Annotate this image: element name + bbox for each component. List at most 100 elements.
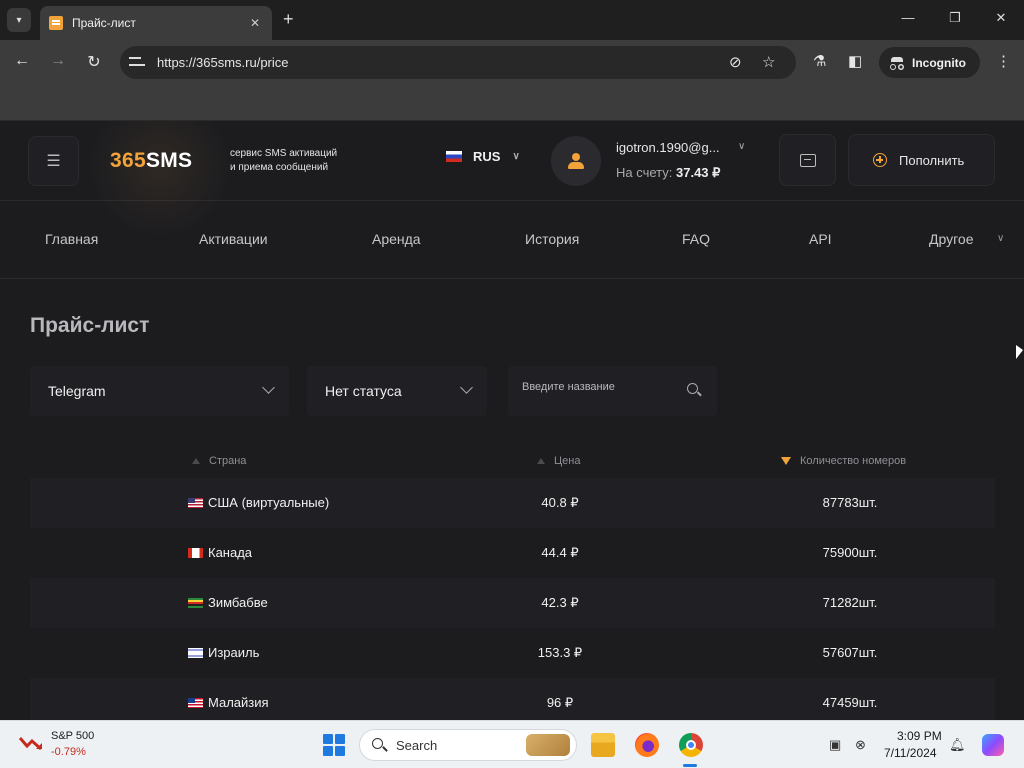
account-balance: На счету: 37.43 ₽ — [616, 165, 721, 180]
windows-taskbar: S&P 500 -0.79% Search ▣ ⊗ 3:09 PM 7/11/2… — [0, 720, 1024, 768]
country-cell: Израиль — [188, 645, 259, 660]
active-app-indicator — [683, 764, 697, 767]
file-explorer-icon[interactable] — [591, 733, 615, 757]
quantity-cell: 87783шт. — [822, 495, 878, 510]
user-email[interactable]: igotron.1990@g... — [616, 140, 720, 155]
favicon — [49, 16, 63, 30]
network-off-icon[interactable]: ⊗ — [855, 737, 866, 753]
column-header-price[interactable]: Цена — [537, 455, 580, 467]
messages-button[interactable] — [779, 134, 836, 186]
menu-toggle-button[interactable]: ☰ — [28, 136, 79, 186]
usa-flag-icon — [188, 497, 203, 508]
balance-value: 37.43 ₽ — [676, 165, 721, 180]
eye-off-icon[interactable]: ⊘ — [729, 53, 742, 71]
service-search[interactable] — [508, 366, 717, 416]
bookmarks-bar — [0, 85, 1024, 121]
plus-icon[interactable]: + — [283, 9, 294, 30]
incognito-badge[interactable]: Incognito — [879, 47, 980, 78]
chrome-icon[interactable] — [679, 733, 703, 757]
price-cell: 96 ₽ — [546, 695, 574, 710]
user-avatar[interactable] — [551, 136, 601, 186]
star-icon[interactable]: ☆ — [762, 53, 775, 71]
sort-icon — [192, 458, 200, 464]
close-icon[interactable]: ✕ — [247, 16, 263, 30]
status-select-value: Нет статуса — [325, 383, 402, 399]
nav-item-activations[interactable]: Активации — [199, 231, 268, 247]
clock-time[interactable]: 3:09 PM — [897, 729, 942, 743]
web-page: ☰ 365SMS сервис SMS активаций и приема с… — [0, 121, 1024, 720]
hamburger-icon: ☰ — [46, 153, 61, 170]
stock-widget-change[interactable]: -0.79% — [51, 746, 86, 758]
user-icon — [568, 153, 584, 169]
quantity-cell: 75900шт. — [822, 545, 878, 560]
nav-item-faq[interactable]: FAQ — [682, 231, 710, 247]
price-cell: 44.4 ₽ — [541, 545, 579, 560]
forward-icon[interactable]: → — [48, 52, 68, 70]
chevron-down-icon: ∨ — [512, 151, 520, 162]
language-label: RUS — [473, 149, 501, 164]
url-text[interactable]: https://365sms.ru/price — [157, 55, 289, 70]
nav-item-home[interactable]: Главная — [45, 231, 98, 247]
stock-chart-icon[interactable] — [19, 734, 43, 752]
sort-desc-icon — [781, 457, 791, 465]
copilot-icon[interactable] — [982, 734, 1004, 756]
side-panel-icon[interactable]: ◧ — [848, 52, 862, 70]
table-row[interactable]: Израиль 153.3 ₽ 57607шт. — [30, 628, 995, 678]
table-row[interactable]: Канада 44.4 ₽ 75900шт. — [30, 528, 995, 578]
country-cell: Зимбабве — [188, 595, 268, 610]
table-row[interactable]: США (виртуальные) 40.8 ₽ 87783шт. — [30, 478, 995, 528]
tab-search-icon[interactable]: ▾ — [7, 8, 31, 32]
browser-tab[interactable]: Прайс-лист ✕ — [40, 6, 272, 40]
search-input[interactable] — [522, 381, 672, 393]
firefox-icon[interactable] — [635, 733, 659, 757]
nav-item-other[interactable]: Другое — [929, 231, 973, 247]
taskbar-search-label: Search — [396, 738, 438, 753]
search-icon — [372, 738, 383, 749]
price-cell: 42.3 ₽ — [541, 595, 579, 610]
site-settings-icon[interactable] — [129, 54, 145, 70]
chevron-down-icon[interactable]: ∨ — [738, 141, 745, 152]
table-row[interactable]: Зимбабве 42.3 ₽ 71282шт. — [30, 578, 995, 628]
chat-icon — [799, 153, 816, 167]
back-icon[interactable]: ← — [12, 52, 32, 70]
table-row[interactable]: Малайзия 96 ₽ 47459шт. — [30, 678, 995, 720]
window-close-icon[interactable]: ✕ — [991, 10, 1011, 26]
address-bar[interactable]: https://365sms.ru/price ⊘ ☆ — [120, 46, 796, 79]
reload-icon[interactable]: ↻ — [84, 52, 104, 72]
more-icon[interactable]: ⋮ — [996, 52, 1011, 70]
device-icon[interactable]: ▣ — [829, 737, 841, 753]
service-select[interactable]: Telegram — [30, 366, 289, 416]
search-icon[interactable] — [687, 383, 698, 394]
stock-widget-name[interactable]: S&P 500 — [51, 730, 94, 742]
labs-icon[interactable]: ⚗ — [813, 52, 826, 70]
service-select-value: Telegram — [48, 383, 106, 399]
main-nav: Главная Активации Аренда История FAQ API… — [0, 201, 1024, 279]
language-selector[interactable]: RUS ∨ — [446, 149, 520, 164]
site-logo[interactable]: 365SMS — [110, 149, 192, 173]
status-select[interactable]: Нет статуса — [307, 366, 487, 416]
browser-tab-strip: ▾ Прайс-лист ✕ + — ❐ ✕ — [0, 0, 1024, 40]
nav-item-rent[interactable]: Аренда — [372, 231, 421, 247]
clock-date[interactable]: 7/11/2024 — [884, 746, 937, 760]
incognito-icon — [890, 56, 904, 70]
column-header-country[interactable]: Страна — [192, 455, 246, 467]
nav-item-api[interactable]: API — [809, 231, 832, 247]
chevron-down-icon — [460, 381, 473, 394]
column-header-quantity[interactable]: Количество номеров — [781, 455, 906, 467]
browser-toolbar: ← → ↻ https://365sms.ru/price ⊘ ☆ ⚗ ◧ In… — [0, 40, 1024, 85]
mouse-cursor-icon — [1016, 345, 1023, 359]
nav-item-history[interactable]: История — [525, 231, 579, 247]
minimize-icon[interactable]: — — [898, 10, 918, 25]
chevron-down-icon[interactable]: ∨ — [997, 233, 1004, 244]
quantity-cell: 57607шт. — [822, 645, 878, 660]
top-up-button[interactable]: Пополнить — [848, 134, 995, 186]
site-tagline: сервис SMS активаций и приема сообщений — [230, 148, 338, 173]
bell-icon[interactable]: 🔔︎ — [949, 737, 966, 753]
search-highlight-image — [526, 734, 570, 756]
tab-title: Прайс-лист — [72, 16, 136, 30]
restore-icon[interactable]: ❐ — [945, 10, 965, 26]
windows-start-icon[interactable] — [323, 734, 345, 756]
price-cell: 153.3 ₽ — [537, 645, 583, 660]
taskbar-search[interactable]: Search — [359, 729, 577, 761]
site-header: ☰ 365SMS сервис SMS активаций и приема с… — [0, 121, 1024, 241]
